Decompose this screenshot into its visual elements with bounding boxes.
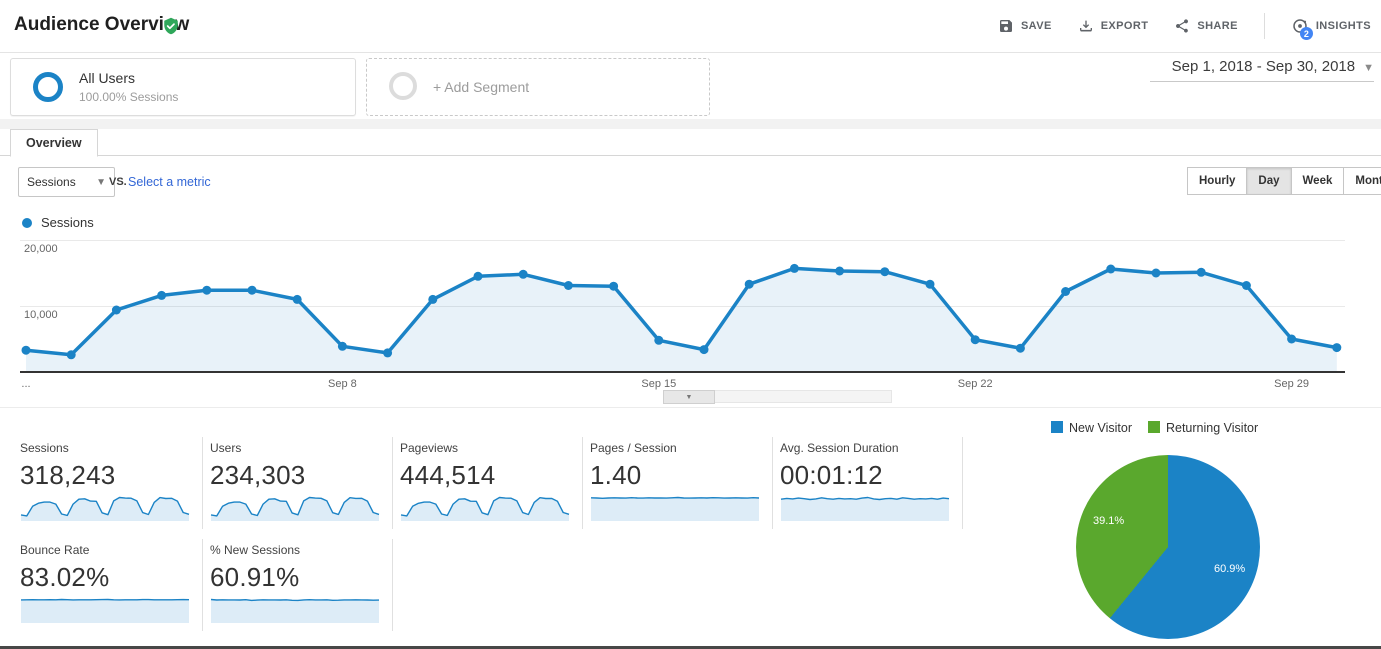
- scorecard-value: 444,514: [400, 460, 496, 490]
- report-header: Audience Overview SAVE EXPORT SHARE 2 IN…: [0, 0, 1381, 53]
- scorecard-new-sessions: % New Sessions 60.91%: [210, 543, 385, 623]
- users-sparkline[interactable]: [210, 495, 380, 521]
- scorecard-label: Sessions: [20, 441, 69, 455]
- insights-label: INSIGHTS: [1315, 20, 1371, 32]
- chevron-down-icon: ▼: [1363, 62, 1374, 74]
- metric-dropdown-value: Sessions: [27, 175, 76, 189]
- export-button[interactable]: EXPORT: [1078, 18, 1149, 34]
- scorecard-value: 60.91%: [210, 562, 300, 592]
- sessions-legend-label: Sessions: [41, 215, 94, 230]
- date-range-selector[interactable]: Sep 1, 2018 - Sep 30, 2018 ▼: [1150, 58, 1374, 82]
- card-separator: [202, 539, 203, 631]
- x-tick-label: Sep 8: [328, 378, 357, 390]
- card-separator: [582, 437, 583, 529]
- pie-legend-item-new: New Visitor: [1051, 421, 1132, 435]
- scorecard-pageviews: Pageviews 444,514: [400, 441, 575, 521]
- toolbar-divider: [1263, 13, 1265, 39]
- tabbar-border: [0, 155, 1381, 156]
- scorecard-value: 318,243: [20, 460, 116, 490]
- scorecard-value: 00:01:12: [780, 460, 883, 490]
- x-tick-label: ...: [21, 378, 31, 390]
- section-divider: [0, 407, 1381, 408]
- new-sessions-sparkline[interactable]: [210, 597, 380, 623]
- pie-slice-label-new: 60.9%: [1214, 563, 1246, 575]
- x-tick-label: Sep 22: [957, 378, 993, 390]
- card-separator: [772, 437, 773, 529]
- card-separator: [392, 539, 393, 631]
- scorecard-label: Pages / Session: [590, 441, 677, 455]
- share-label: SHARE: [1197, 20, 1238, 32]
- granularity-day-button[interactable]: Day: [1246, 167, 1292, 195]
- visitor-type-pie-chart[interactable]: 60.9% 39.1%: [1076, 455, 1260, 639]
- scorecard-sessions: Sessions 318,243: [20, 441, 195, 521]
- share-icon: [1176, 19, 1189, 33]
- segment-subtitle: 100.00% Sessions: [79, 90, 179, 104]
- share-button[interactable]: SHARE: [1174, 18, 1238, 34]
- returning-visitor-swatch-icon: [1147, 421, 1160, 433]
- pageviews-sparkline[interactable]: [400, 495, 570, 521]
- pie-legend-label: New Visitor: [1069, 421, 1132, 435]
- segment-ring-icon: [33, 72, 63, 102]
- x-axis-line: [20, 371, 1345, 373]
- scorecard-value: 1.40: [590, 460, 642, 490]
- scorecard-users: Users 234,303: [210, 441, 385, 521]
- insights-count-badge: 2: [1299, 27, 1313, 40]
- sessions-line-chart[interactable]: [20, 234, 1345, 373]
- scorecard-bounce-rate: Bounce Rate 83.02%: [20, 543, 195, 623]
- save-icon: [999, 20, 1012, 32]
- scorecard-avg-session-duration: Avg. Session Duration 00:01:12: [780, 441, 955, 521]
- bounce-rate-sparkline[interactable]: [20, 597, 190, 623]
- report-toolbar: SAVE EXPORT SHARE 2 INSIGHTS: [998, 0, 1371, 52]
- annotations-expander[interactable]: ▼: [663, 390, 715, 404]
- scorecard-label: % New Sessions: [210, 543, 301, 557]
- segment-all-users[interactable]: All Users 100.00% Sessions: [10, 58, 356, 116]
- avg-session-duration-sparkline[interactable]: [780, 495, 950, 521]
- card-separator: [202, 437, 203, 529]
- pie-legend-item-returning: Returning Visitor: [1147, 421, 1259, 435]
- card-separator: [392, 437, 393, 529]
- scorecard-label: Bounce Rate: [20, 543, 90, 557]
- vs-label: vs.: [109, 176, 127, 188]
- pages-per-session-sparkline[interactable]: [590, 495, 760, 521]
- x-tick-label: Sep 15: [641, 378, 677, 390]
- add-segment-label: + Add Segment: [433, 79, 530, 95]
- x-tick-label: Sep 29: [1274, 378, 1310, 390]
- new-visitor-swatch-icon: [1051, 421, 1063, 433]
- sessions-sparkline[interactable]: [20, 495, 190, 521]
- sessions-legend-dot-icon: [22, 217, 32, 228]
- scorecard-pages-per-session: Pages / Session 1.40: [590, 441, 765, 521]
- tab-overview-label: Overview: [26, 136, 82, 150]
- chevron-down-icon: ▼: [96, 176, 106, 188]
- save-label: SAVE: [1020, 20, 1052, 32]
- scorecard-label: Users: [210, 441, 242, 455]
- pie-legend: New Visitor Returning Visitor: [1051, 421, 1258, 435]
- verified-shield-icon: [164, 17, 178, 35]
- scorecard-value: 83.02%: [20, 562, 110, 592]
- export-label: EXPORT: [1100, 20, 1149, 32]
- select-metric-link[interactable]: Select a metric: [128, 175, 211, 189]
- metric-dropdown[interactable]: Sessions ▼: [18, 167, 115, 197]
- audience-overview-page: Audience Overview SAVE EXPORT SHARE 2 IN…: [0, 0, 1381, 649]
- add-segment-button[interactable]: + Add Segment: [366, 58, 710, 116]
- granularity-week-button[interactable]: Week: [1290, 167, 1345, 195]
- save-button[interactable]: SAVE: [998, 18, 1052, 34]
- insights-button[interactable]: 2 INSIGHTS: [1291, 17, 1371, 40]
- add-segment-ring-icon: [389, 72, 417, 100]
- granularity-month-button[interactable]: Month: [1343, 167, 1381, 195]
- chart-legend: Sessions: [22, 215, 94, 230]
- pie-legend-label: Returning Visitor: [1165, 421, 1259, 435]
- card-separator: [962, 437, 963, 529]
- granularity-switcher: Hourly Day Week Month: [1187, 167, 1381, 195]
- date-range-label: Sep 1, 2018 - Sep 30, 2018: [1171, 58, 1356, 75]
- scorecard-label: Avg. Session Duration: [780, 441, 899, 455]
- export-icon: [1079, 20, 1092, 32]
- pie-slice-label-returning: 39.1%: [1093, 515, 1125, 527]
- granularity-hourly-button[interactable]: Hourly: [1187, 167, 1248, 195]
- tab-overview[interactable]: Overview: [10, 129, 98, 157]
- scorecard-label: Pageviews: [400, 441, 459, 455]
- tabbar-background: [0, 119, 1381, 129]
- segment-title: All Users: [79, 70, 136, 86]
- scorecard-value: 234,303: [210, 460, 306, 490]
